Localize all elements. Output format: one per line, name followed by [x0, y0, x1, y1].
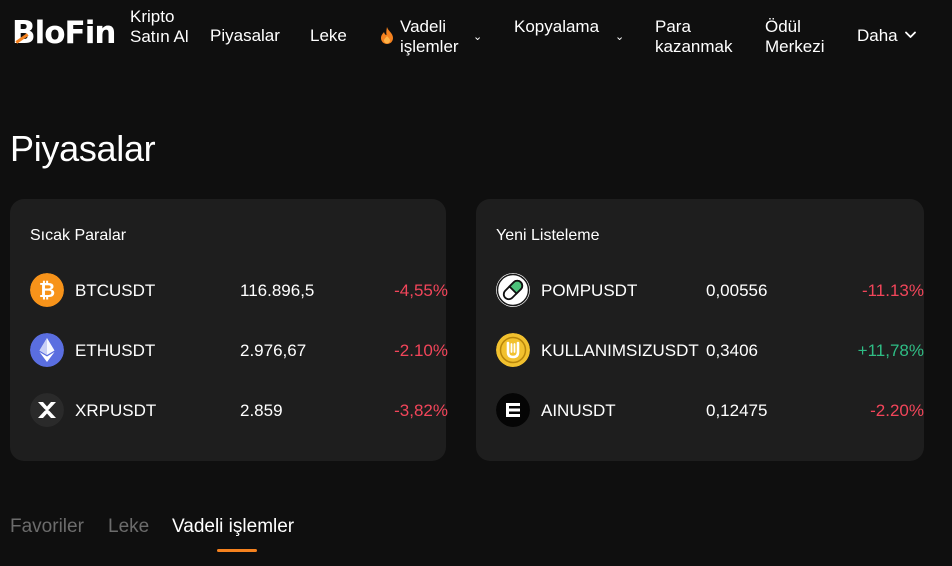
page-title: Piyasalar: [10, 128, 156, 169]
xrp-icon: [30, 393, 64, 427]
market-price: 0,3406: [706, 341, 758, 360]
nav-item-spot[interactable]: Leke: [310, 26, 347, 46]
fire-icon: [381, 27, 393, 44]
nav-item-rewards-center[interactable]: Ödül Merkezi: [765, 17, 835, 57]
more-chevron-down-icon[interactable]: [905, 31, 916, 39]
nav-item-markets[interactable]: Piyasalar: [210, 26, 280, 46]
ethereum-icon: [30, 333, 64, 367]
new-listing-title: Yeni Listeleme: [496, 227, 600, 244]
hot-coins-card: Sıcak Paralar ₿ BTCUSDT 116.896,5 -4,55%…: [10, 199, 448, 461]
nav-item-futures[interactable]: Vadeli işlemler: [400, 17, 470, 57]
market-row[interactable]: AINUSDT 0,12475 -2.20%: [496, 393, 924, 429]
market-symbol: BTCUSDT: [75, 281, 156, 300]
market-change: -11.13%: [861, 281, 924, 300]
tab-spot[interactable]: Leke: [108, 515, 149, 539]
tab-favorites[interactable]: Favoriler: [10, 515, 84, 539]
market-row[interactable]: KULLANIMSIZUSDT 0,3406 +11,78%: [496, 333, 924, 369]
futures-chevron-down-icon[interactable]: ⌄: [473, 30, 482, 43]
tab-futures[interactable]: Vadeli işlemler: [172, 515, 294, 539]
market-row[interactable]: XRPUSDT 2.859 -3,82%: [30, 393, 448, 429]
market-change: -2.10%: [394, 341, 448, 360]
market-price: 2.859: [240, 401, 283, 420]
nav-item-copy-trading[interactable]: Kopyalama: [514, 17, 599, 37]
hot-coins-title: Sıcak Paralar: [30, 227, 127, 244]
market-symbol: POMPUSDT: [541, 281, 638, 300]
nav-item-buy-crypto[interactable]: Kripto Satın Al: [130, 7, 190, 47]
market-change: -3,82%: [394, 401, 448, 420]
market-change: +11,78%: [857, 341, 924, 360]
market-price: 0,00556: [706, 281, 768, 300]
market-row[interactable]: POMPUSDT 0,00556 -11.13%: [496, 273, 924, 309]
market-symbol: ETHUSDT: [75, 341, 156, 360]
new-listing-card: Yeni Listeleme POMPUSDT 0,00556 -11.13% …: [476, 199, 924, 461]
blofin-logo[interactable]: BloFin: [12, 14, 116, 52]
market-symbol: KULLANIMSIZUSDT: [541, 341, 699, 360]
top-navigation: BloFin Kripto Satın Al Piyasalar Leke Va…: [0, 0, 952, 72]
useless-coin-icon: [496, 333, 530, 367]
ain-icon: [496, 393, 530, 427]
market-row[interactable]: ETHUSDT 2.976,67 -2.10%: [30, 333, 448, 369]
market-price: 116.896,5: [240, 281, 315, 300]
market-change: -4,55%: [394, 281, 448, 300]
pill-icon: [496, 273, 530, 307]
active-tab-indicator: [217, 549, 257, 552]
bitcoin-icon: ₿: [30, 273, 64, 307]
market-change: -2.20%: [870, 401, 924, 420]
nav-item-more[interactable]: Daha: [857, 26, 898, 46]
market-price: 0,12475: [706, 401, 768, 420]
market-price: 2.976,67: [240, 341, 307, 360]
copy-chevron-down-icon[interactable]: ⌄: [615, 30, 624, 43]
market-row[interactable]: ₿ BTCUSDT 116.896,5 -4,55%: [30, 273, 448, 309]
nav-item-earn[interactable]: Para kazanmak: [655, 17, 745, 57]
market-symbol: XRPUSDT: [75, 401, 157, 420]
market-symbol: AINUSDT: [541, 401, 616, 420]
svg-text:₿: ₿: [39, 278, 55, 302]
